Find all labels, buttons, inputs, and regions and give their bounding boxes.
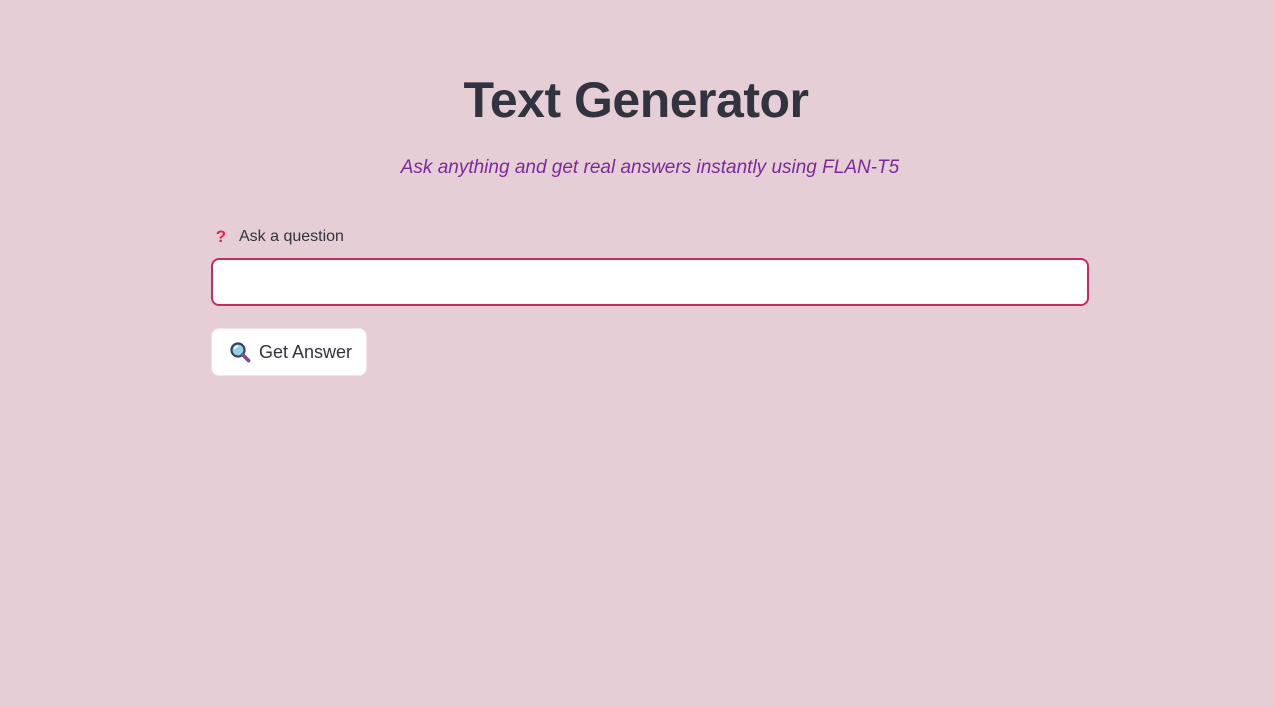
get-answer-label: Get Answer xyxy=(259,341,353,362)
get-answer-button[interactable]: Get Answer xyxy=(211,328,367,376)
question-mark-icon: ? xyxy=(215,227,227,246)
question-label-text: Ask a question xyxy=(239,228,344,245)
page-title: Text Generator xyxy=(463,72,809,128)
magnifier-icon xyxy=(229,341,251,363)
page-subtitle: Ask anything and get real answers instan… xyxy=(400,157,900,178)
question-input[interactable] xyxy=(211,258,1089,306)
question-label: ? Ask a question xyxy=(211,226,344,248)
